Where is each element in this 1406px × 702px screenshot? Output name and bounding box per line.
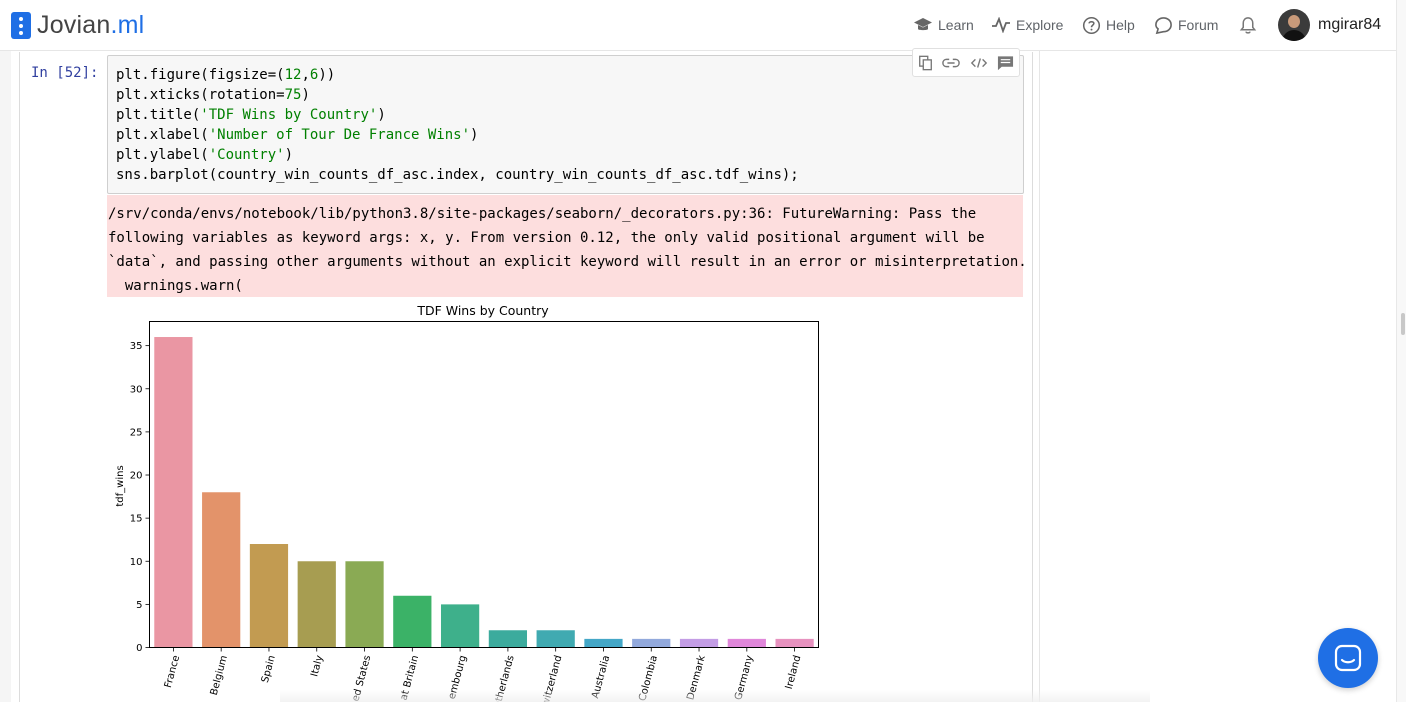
code-line: plt.xlabel('Number of Tour De France Win…: [116, 127, 479, 143]
nav-learn-label: Learn: [938, 17, 974, 33]
cell-prompt: In [52]:: [31, 65, 99, 81]
y-axis-label: tdf_wins: [115, 465, 126, 506]
code-input[interactable]: plt.figure(figsize=(12,6)) plt.xticks(ro…: [107, 55, 1024, 194]
embed-button[interactable]: [970, 57, 988, 69]
x-tick-label: France: [163, 654, 182, 689]
notifications-button[interactable]: [1239, 14, 1262, 36]
support-chat-button[interactable]: [1318, 628, 1378, 688]
warning-output: /srv/conda/envs/notebook/lib/python3.8/s…: [107, 195, 1027, 297]
nav-explore-label: Explore: [1016, 17, 1064, 33]
code-line: plt.figure(figsize=(12,6)): [116, 67, 336, 83]
chart-title: TDF Wins by Country: [416, 303, 549, 318]
bar-luxembourg: [440, 604, 480, 648]
x-tick-label: Italy: [309, 654, 325, 678]
chat-icon: [1334, 644, 1362, 672]
code-line: plt.ylabel('Country'): [116, 147, 294, 163]
bar-united-states: [345, 561, 384, 648]
code-line: plt.title('TDF Wins by Country'): [116, 107, 386, 123]
warning-line: following variables as keyword args: x, …: [108, 230, 985, 246]
left-gutter: [0, 51, 11, 702]
nav-help-label: Help: [1106, 17, 1135, 33]
right-panel: [1040, 51, 1396, 702]
nav-learn[interactable]: Learn: [913, 14, 974, 36]
link-button[interactable]: [942, 57, 961, 69]
y-tick-label: 10: [130, 557, 143, 568]
y-tick-label: 15: [130, 514, 143, 525]
user-menu[interactable]: mgirar84: [1278, 9, 1381, 41]
graduation-cap-icon: [914, 18, 932, 31]
y-tick-label: 20: [130, 471, 143, 482]
copy-icon: [918, 55, 932, 70]
jovian-logo[interactable]: Jovian.ml: [11, 11, 144, 39]
y-tick-label: 0: [136, 643, 142, 654]
bar-chart: TDF Wins by Country tdf_wins 0 5 10 15 20 25 3…: [115, 303, 819, 702]
warning-text: /srv/conda/envs/notebook/lib/python3.8/s…: [108, 202, 1027, 298]
scrollbar-thumb[interactable]: [1401, 313, 1405, 335]
nav-explore[interactable]: Explore: [991, 14, 1063, 36]
bar-italy: [297, 561, 336, 648]
link-icon: [942, 58, 961, 67]
x-tick-label: Spain: [260, 654, 278, 684]
bar-denmark: [679, 638, 719, 648]
bar-australia: [584, 638, 623, 648]
bar-belgium: [202, 492, 241, 648]
warning-line: `data`, and passing other arguments with…: [108, 254, 1027, 270]
comment-button[interactable]: [997, 55, 1014, 71]
x-tick-label: Ireland: [784, 654, 804, 690]
logo-text: Jovian.ml: [37, 10, 145, 39]
x-tick-label: Belgium: [209, 654, 230, 696]
code-icon: [970, 57, 987, 68]
y-tick-label: 5: [136, 600, 142, 611]
bar-great-britain: [393, 595, 432, 648]
logo-icon: [11, 11, 31, 39]
bar-ireland: [775, 638, 814, 648]
bar-spain: [249, 544, 289, 648]
warning-line: warnings.warn(: [108, 278, 243, 294]
nav-forum-label: Forum: [1178, 17, 1219, 33]
nav-help[interactable]: Help: [1082, 14, 1135, 36]
bar-france: [154, 337, 193, 648]
cell-toolbar: [912, 48, 1020, 77]
avatar: [1278, 9, 1310, 41]
y-tick-label: 25: [130, 427, 143, 438]
nav-forum[interactable]: Forum: [1154, 14, 1218, 36]
activity-icon: [992, 17, 1010, 33]
bar-switzerland: [536, 630, 575, 648]
help-circle-icon: [1082, 16, 1101, 34]
y-tick-label: 30: [130, 384, 143, 395]
bar-netherlands: [488, 630, 528, 648]
y-tick-label: 35: [130, 341, 143, 352]
code-line: sns.barplot(country_win_counts_df_asc.in…: [116, 167, 799, 183]
username: mgirar84: [1318, 16, 1382, 33]
code-text[interactable]: plt.figure(figsize=(12,6)) plt.xticks(ro…: [116, 65, 799, 185]
bar-colombia: [632, 638, 671, 648]
top-navbar: Jovian.ml Learn Explore Help Forum mgira…: [0, 0, 1406, 51]
bottom-fade: [280, 690, 1150, 702]
bell-icon: [1239, 16, 1257, 34]
comment-icon: [998, 55, 1014, 70]
bar-germany: [727, 638, 766, 648]
copy-button[interactable]: [918, 55, 933, 71]
warning-line: /srv/conda/envs/notebook/lib/python3.8/s…: [108, 206, 977, 222]
scrollbar-track[interactable]: [1396, 0, 1406, 702]
code-line: plt.xticks(rotation=75): [116, 87, 310, 103]
chat-bubble-icon: [1155, 16, 1172, 34]
